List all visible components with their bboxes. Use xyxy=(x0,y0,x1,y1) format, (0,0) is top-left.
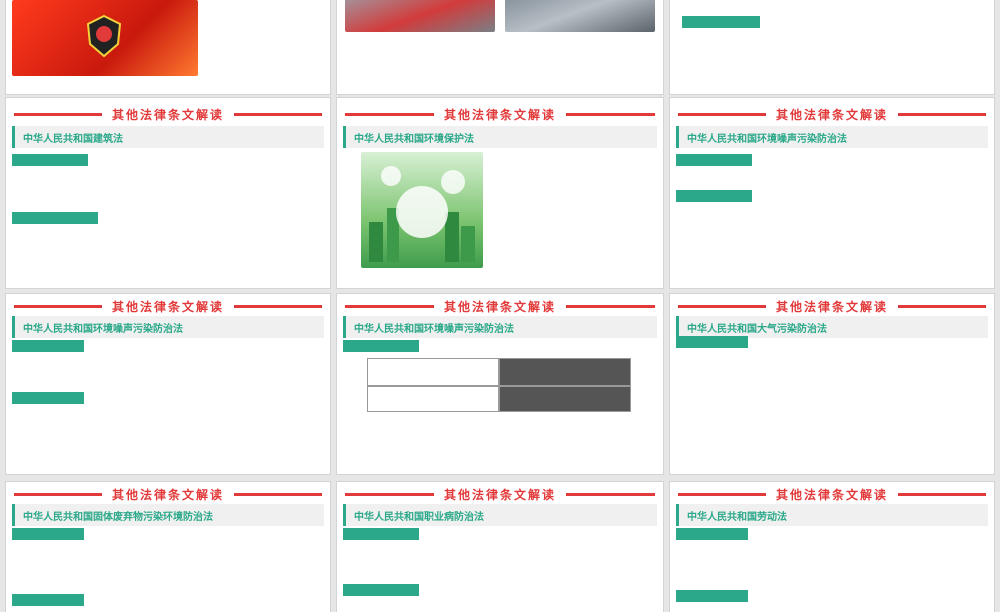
slide-title: 其他法律条文解读 xyxy=(337,296,663,316)
slide-title: 其他法律条文解读 xyxy=(670,104,994,124)
slide-title: 其他法律条文解读 xyxy=(670,296,994,316)
article-tag xyxy=(343,340,419,352)
law-section-header: 中华人民共和国环境噪声污染防治法 xyxy=(12,316,324,338)
article-tag xyxy=(12,528,84,540)
law-section-header: 中华人民共和国建筑法 xyxy=(12,126,324,148)
slide-title: 其他法律条文解读 xyxy=(6,296,330,316)
article-tag xyxy=(682,16,760,28)
slide-r4c3[interactable]: 其他法律条文解读 中华人民共和国劳动法 xyxy=(670,482,994,612)
slide-r1c1[interactable] xyxy=(6,0,330,94)
law-section-header: 中华人民共和国环境噪声污染防治法 xyxy=(676,126,988,148)
law-section-header: 中华人民共和国大气污染防治法 xyxy=(676,316,988,338)
slide-r1c2[interactable] xyxy=(337,0,663,94)
eco-illustration xyxy=(361,152,483,268)
slide-title: 其他法律条文解读 xyxy=(337,484,663,504)
table-value-day xyxy=(367,386,499,412)
slide-title: 其他法律条文解读 xyxy=(6,484,330,504)
slide-r2c1[interactable]: 其他法律条文解读 中华人民共和国建筑法 xyxy=(6,98,330,288)
law-section-header: 中华人民共和国环境噪声污染防治法 xyxy=(343,316,657,338)
article-tag xyxy=(676,154,752,166)
article-tag xyxy=(676,336,748,348)
article-tag xyxy=(676,528,748,540)
firefighter-photo xyxy=(12,0,198,76)
article-tag xyxy=(343,528,419,540)
slide-r1c3[interactable] xyxy=(670,0,994,94)
slide-r4c1[interactable]: 其他法律条文解读 中华人民共和国固体废弃物污染环境防治法 xyxy=(6,482,330,612)
slide-r3c1[interactable]: 其他法律条文解读 中华人民共和国环境噪声污染防治法 xyxy=(6,294,330,474)
article-tag xyxy=(12,340,84,352)
article-tag xyxy=(343,584,419,596)
table-header-night xyxy=(499,358,631,386)
slide-r3c2[interactable]: 其他法律条文解读 中华人民共和国环境噪声污染防治法 xyxy=(337,294,663,474)
fire-badge-icon xyxy=(86,14,122,58)
law-section-header: 中华人民共和国固体废弃物污染环境防治法 xyxy=(12,504,324,526)
news-photo-right xyxy=(505,0,655,32)
law-section-header: 中华人民共和国环境保护法 xyxy=(343,126,657,148)
slide-title: 其他法律条文解读 xyxy=(670,484,994,504)
slide-title: 其他法律条文解读 xyxy=(6,104,330,124)
eco-city-icon xyxy=(369,166,475,262)
slide-title: 其他法律条文解读 xyxy=(337,104,663,124)
article-tag xyxy=(12,212,98,224)
article-tag xyxy=(676,590,748,602)
slide-r4c2[interactable]: 其他法律条文解读 中华人民共和国职业病防治法 xyxy=(337,482,663,612)
table-value-night xyxy=(499,386,631,412)
law-section-header: 中华人民共和国职业病防治法 xyxy=(343,504,657,526)
article-tag xyxy=(676,190,752,202)
slide-r2c3[interactable]: 其他法律条文解读 中华人民共和国环境噪声污染防治法 xyxy=(670,98,994,288)
slide-r3c3[interactable]: 其他法律条文解读 中华人民共和国大气污染防治法 xyxy=(670,294,994,474)
news-photo-left xyxy=(345,0,495,32)
slide-r2c2[interactable]: 其他法律条文解读 中华人民共和国环境保护法 xyxy=(337,98,663,288)
table-header-day xyxy=(367,358,499,386)
law-section-header: 中华人民共和国劳动法 xyxy=(676,504,988,526)
article-tag xyxy=(12,392,84,404)
article-tag xyxy=(12,594,84,606)
article-tag xyxy=(12,154,88,166)
